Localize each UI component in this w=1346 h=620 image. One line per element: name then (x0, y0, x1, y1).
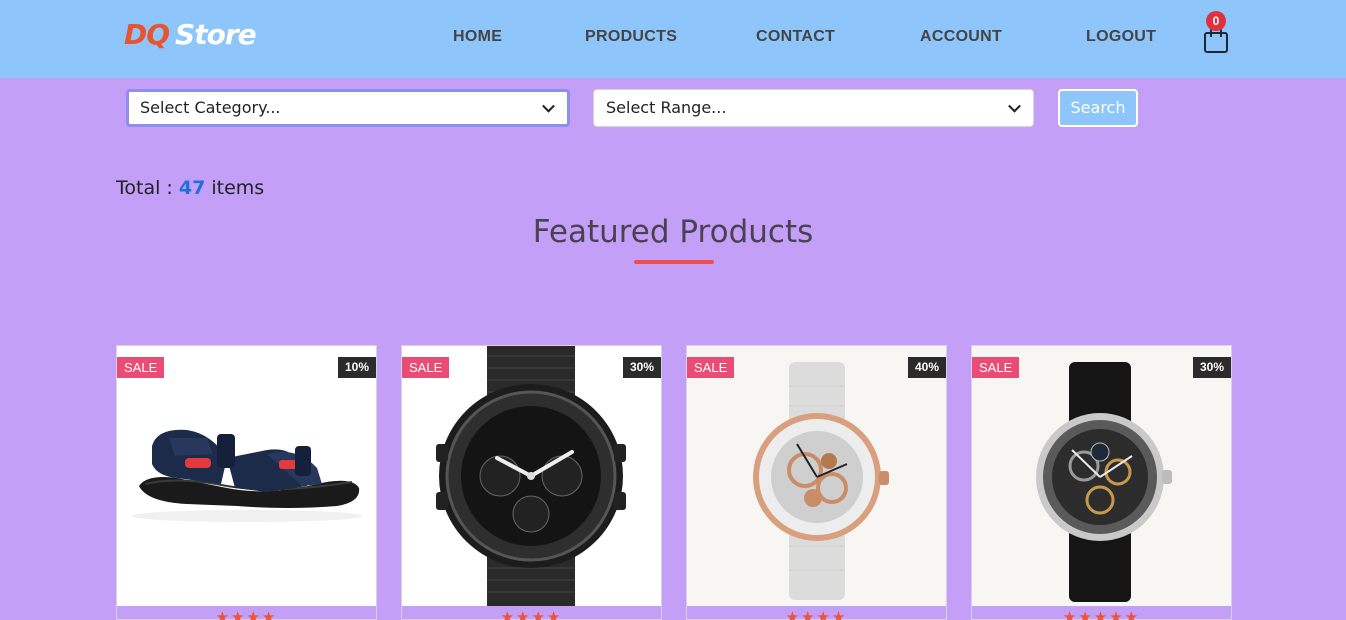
nav-account[interactable]: ACCOUNT (920, 28, 1002, 46)
discount-badge: 30% (622, 357, 661, 378)
watch-image (436, 346, 626, 606)
product-card[interactable]: SALE 30% ★★★★★ (971, 345, 1232, 620)
product-card[interactable]: SALE 10% ★★★★ (116, 345, 377, 620)
store-logo[interactable]: DQ Store (124, 18, 257, 51)
category-select[interactable]: Select Category... (126, 89, 570, 127)
total-count: 47 (178, 177, 206, 199)
discount-badge: 40% (907, 357, 946, 378)
star-rating: ★★★★ (215, 608, 278, 620)
section-title: Featured Products (532, 214, 814, 250)
nav-products[interactable]: PRODUCTS (585, 28, 677, 46)
chevron-down-icon (1008, 99, 1021, 113)
sale-badge: SALE (117, 357, 165, 378)
total-items: Total : 47 items (116, 177, 264, 199)
range-select-value: Select Range... (606, 98, 727, 117)
discount-badge: 30% (1192, 357, 1231, 378)
category-select-value: Select Category... (140, 98, 281, 117)
chevron-down-icon (542, 99, 555, 113)
star-rating: ★★★★ (785, 608, 848, 620)
nav-logout[interactable]: LOGOUT (1086, 28, 1156, 46)
product-image[interactable] (117, 346, 376, 606)
watch-image (753, 362, 889, 600)
discount-badge: 10% (337, 357, 376, 378)
top-navbar: DQ Store HOME PRODUCTS CONTACT ACCOUNT LO… (0, 0, 1346, 78)
nav-contact[interactable]: CONTACT (756, 28, 835, 46)
cart-count-badge: 0 (1206, 11, 1226, 31)
logo-dq: DQ (124, 18, 170, 51)
total-suffix: items (211, 177, 265, 199)
product-image[interactable] (972, 346, 1231, 606)
nav-home[interactable]: HOME (453, 28, 502, 46)
product-image[interactable] (687, 346, 946, 606)
product-card[interactable]: SALE 30% ★★★★ (401, 345, 662, 620)
sandal-image (132, 429, 362, 522)
star-rating: ★★★★★ (1062, 608, 1141, 620)
search-button[interactable]: Search (1058, 89, 1138, 127)
title-underline (634, 260, 714, 264)
logo-store: Store (175, 18, 257, 51)
product-image[interactable] (402, 346, 661, 606)
range-select[interactable]: Select Range... (593, 89, 1034, 127)
total-prefix: Total : (116, 177, 173, 199)
sale-badge: SALE (972, 357, 1020, 378)
product-card[interactable]: SALE 40% ★★★★ (686, 345, 947, 620)
star-rating: ★★★★ (500, 608, 563, 620)
sale-badge: SALE (687, 357, 735, 378)
watch-image (1036, 362, 1172, 602)
sale-badge: SALE (402, 357, 450, 378)
